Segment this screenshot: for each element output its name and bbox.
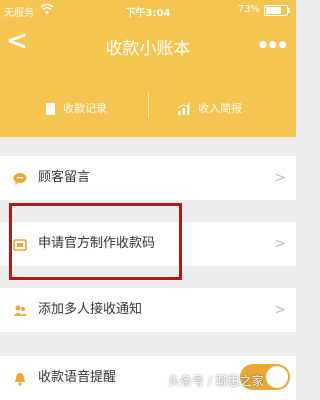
highlight-annotation: [9, 203, 182, 280]
income-brief-tab[interactable]: 收入简报: [178, 100, 242, 116]
bell-icon: [13, 371, 27, 386]
row-label: 收款语音提醒: [38, 370, 117, 385]
more-options-button[interactable]: •••: [257, 33, 289, 57]
income-brief-label: 收入简报: [198, 102, 242, 115]
battery-percentage: 73%: [237, 4, 260, 15]
watermark-text: 头条号 / 聊惠之家: [168, 374, 264, 388]
row-add-receivers[interactable]: 添加多人接收通知 >: [0, 288, 296, 332]
nav-bar: < 收款小账本 •••: [0, 20, 296, 70]
chevron-right-icon: >: [274, 302, 286, 318]
records-tab[interactable]: 收款记录: [46, 100, 107, 116]
users-icon: [13, 303, 27, 317]
records-label: 收款记录: [63, 102, 107, 115]
document-icon: [46, 103, 55, 115]
row-label: 顾客留言: [38, 170, 91, 185]
row-label: 添加多人接收通知: [38, 302, 143, 317]
chart-icon: [178, 103, 190, 115]
chevron-right-icon: >: [274, 170, 286, 186]
message-icon: [13, 171, 27, 185]
row-customer-messages[interactable]: 顾客留言 >: [0, 156, 296, 200]
header-segments: 收款记录 收入简报: [0, 70, 296, 137]
status-bar: 无服务 下午3:04 73%: [0, 0, 296, 20]
battery-icon: [264, 5, 290, 16]
chevron-right-icon: >: [274, 236, 286, 252]
toggle-knob: [266, 366, 288, 388]
segment-divider: [148, 92, 149, 118]
page-title: 收款小账本: [105, 39, 191, 59]
